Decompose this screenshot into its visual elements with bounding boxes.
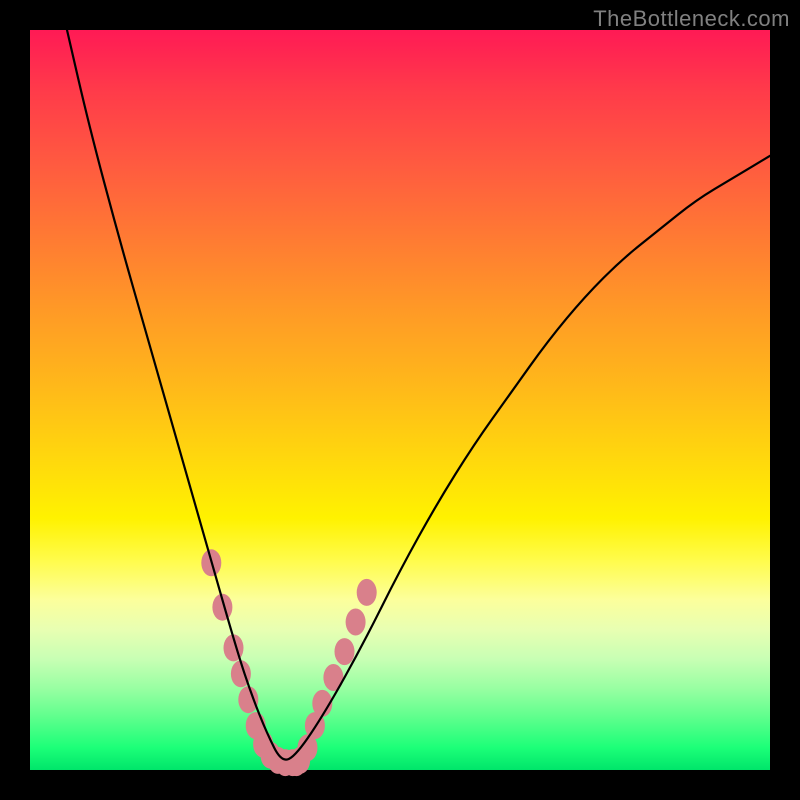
watermark-label: TheBottleneck.com bbox=[593, 6, 790, 32]
chart-svg bbox=[30, 30, 770, 770]
plot-area bbox=[30, 30, 770, 770]
highlight-dot bbox=[335, 638, 355, 665]
bottleneck-curve-path bbox=[67, 30, 770, 760]
highlight-dot bbox=[238, 686, 258, 713]
highlight-dots-group bbox=[201, 549, 376, 776]
chart-frame: TheBottleneck.com bbox=[0, 0, 800, 800]
highlight-dot bbox=[357, 579, 377, 606]
highlight-dot bbox=[346, 609, 366, 636]
